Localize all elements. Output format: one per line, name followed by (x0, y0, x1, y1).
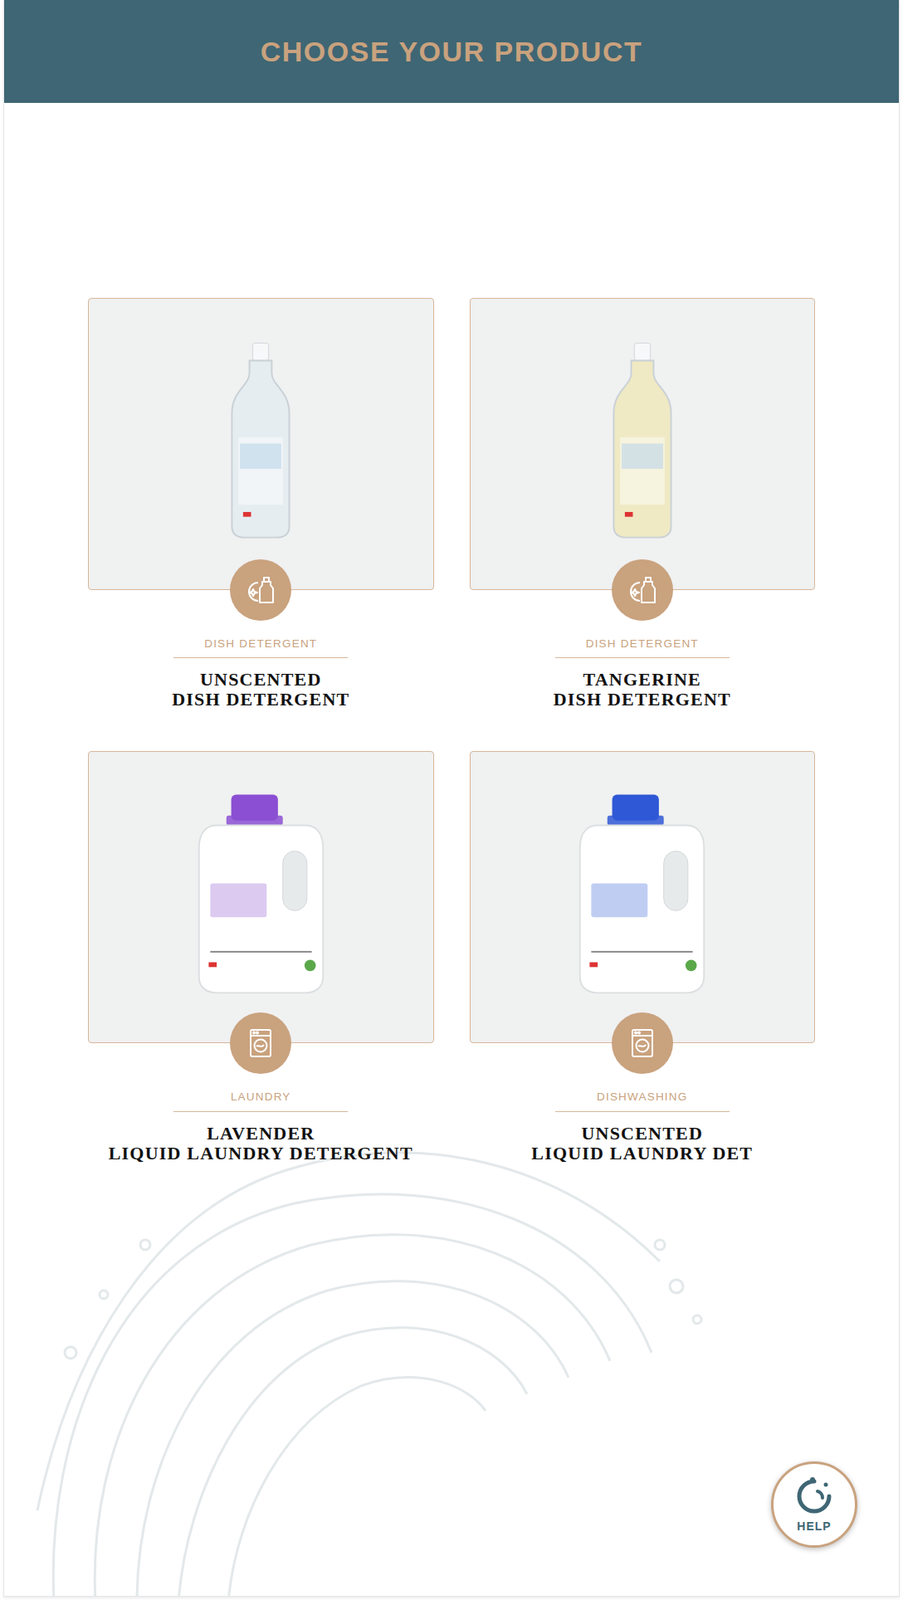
product-title-line: UNSCENTED (171, 669, 350, 690)
product-category: LAUNDRY (173, 1088, 348, 1112)
product-image[interactable] (469, 751, 816, 1044)
dish-bottle-icon (220, 339, 301, 543)
product-item[interactable]: DISH DETERGENTTANGERINEDISH DETERGENT (469, 297, 816, 710)
page-title: CHOOSE YOUR PRODUCT (260, 34, 643, 69)
product-title-line: LAVENDER (108, 1123, 414, 1144)
dish-soap-icon (611, 559, 674, 621)
page-header: CHOOSE YOUR PRODUCT (4, 0, 899, 103)
product-item[interactable]: DISHWASHING UNSCENTEDLIQUID LAUNDRY DET (469, 751, 816, 1163)
help-swirl-icon (792, 1474, 836, 1519)
laundry-jug-icon (573, 790, 711, 998)
product-category: DISH DETERGENT (555, 635, 730, 659)
product-title-line: UNSCENTED (531, 1123, 753, 1144)
product-category: DISHWASHING (555, 1088, 730, 1112)
product-title-line: TANGERINE (553, 669, 732, 690)
washing-machine-icon (611, 1012, 674, 1074)
dish-soap-icon (229, 559, 292, 621)
product-image[interactable] (87, 297, 435, 591)
product-title[interactable]: LAVENDERLIQUID LAUNDRY DETERGENT (108, 1123, 414, 1164)
product-title[interactable]: UNSCENTEDDISH DETERGENT (171, 669, 350, 710)
product-title-line: LIQUID LAUNDRY DET (531, 1143, 753, 1164)
laundry-jug-icon (192, 790, 330, 998)
product-image[interactable] (87, 751, 435, 1044)
product-title-line: LIQUID LAUNDRY DETERGENT (108, 1143, 414, 1164)
product-item[interactable]: LAUNDRY LAVENDERLIQUID LAUNDRY DETERGENT (87, 751, 435, 1163)
product-title-line: DISH DETERGENT (171, 689, 350, 710)
product-category: DISH DETERGENT (173, 635, 348, 659)
page: CHOOSE YOUR PRODUCT DISH DETERGENTUNSCEN… (3, 0, 900, 1597)
product-grid: DISH DETERGENTUNSCENTEDDISH DETERGENTDIS… (87, 297, 816, 1164)
product-title-line: DISH DETERGENT (553, 689, 732, 710)
help-button[interactable]: HELP (771, 1461, 858, 1548)
help-label: HELP (796, 1518, 831, 1536)
product-title[interactable]: UNSCENTEDLIQUID LAUNDRY DET (531, 1123, 753, 1164)
dish-bottle-icon (602, 339, 683, 543)
product-title[interactable]: TANGERINEDISH DETERGENT (553, 669, 732, 710)
product-item[interactable]: DISH DETERGENTUNSCENTEDDISH DETERGENT (87, 297, 435, 710)
product-image[interactable] (469, 297, 816, 591)
washing-machine-icon (229, 1012, 292, 1074)
